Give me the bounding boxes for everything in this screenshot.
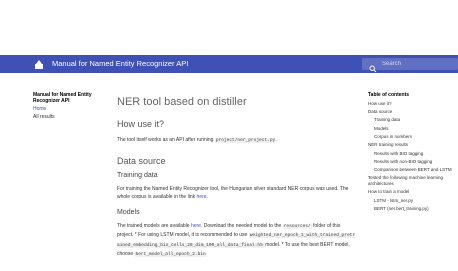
toc-item[interactable]: Models xyxy=(368,126,456,132)
toc-item[interactable]: Data source xyxy=(368,109,456,115)
search-icon xyxy=(369,60,377,73)
subheading-training-data: Training data xyxy=(117,171,158,179)
toc-item[interactable]: Tested the following machine learning ar… xyxy=(368,175,456,186)
main-content: NER tool based on distiller How use it? … xyxy=(117,95,357,260)
toc-item[interactable]: Comparison between BERT and LSTM xyxy=(368,167,456,173)
nav-title: Manual for Named Entity Recognizer API xyxy=(33,92,92,104)
subheading-models: Models xyxy=(117,208,140,216)
search-input[interactable] xyxy=(378,58,456,70)
text: For training the Named Entity Recognizer… xyxy=(117,185,349,201)
toc-item[interactable]: NER training results xyxy=(368,142,456,148)
section-heading-how-use: How use it? xyxy=(117,119,165,129)
top-header: Manual for Named Entity Recognizer API xyxy=(0,55,458,73)
text: . Download the needed model to the xyxy=(200,222,283,229)
nav-item-all-results[interactable]: All results xyxy=(33,114,93,120)
toc-item[interactable]: Results with non-BIO tagging xyxy=(368,159,456,165)
toc-item[interactable]: Results with BIO tagging xyxy=(368,151,456,157)
page-title: NER tool based on distiller xyxy=(117,96,247,108)
inline-code: resources/ xyxy=(282,223,312,229)
toc-item[interactable]: Training data xyxy=(368,117,456,123)
toc-item[interactable]: How to train a model xyxy=(368,189,456,195)
toc-title: Table of contents xyxy=(368,92,410,98)
toc-item[interactable]: BERT (ner.bert_training.py) xyxy=(368,206,456,212)
toc-item[interactable]: How use it? xyxy=(368,101,456,107)
text: The trained models are available xyxy=(117,222,191,229)
logo-icon[interactable] xyxy=(33,58,45,70)
models-link[interactable]: here xyxy=(191,223,201,229)
toc-item[interactable]: LSTM - lstm_ner.py xyxy=(368,198,456,204)
paragraph-how-use: The tool itself works as an API after ru… xyxy=(117,136,357,146)
search-box[interactable] xyxy=(362,58,458,73)
inline-code: project/ner_project.py xyxy=(214,138,277,143)
table-of-contents: Table of contents How use it? Data sourc… xyxy=(368,92,456,211)
text: . xyxy=(276,137,278,143)
primary-nav: Manual for Named Entity Recognizer API H… xyxy=(33,92,93,120)
corpus-link[interactable]: here xyxy=(197,194,207,200)
text: . xyxy=(206,194,208,200)
inline-code: bert_model_all_epoch_2.bin xyxy=(134,252,207,257)
paragraph-training-data: For training the Named Entity Recognizer… xyxy=(117,185,357,202)
section-heading-data-source: Data source xyxy=(117,155,166,166)
text: The tool itself works as an API after ru… xyxy=(117,137,215,143)
site-title[interactable]: Manual for Named Entity Recognizer API xyxy=(52,58,188,70)
paragraph-models: The trained models are available here. D… xyxy=(117,222,357,260)
toc-item[interactable]: Corpus in numbers xyxy=(368,134,456,140)
nav-item-home[interactable]: Home xyxy=(33,106,93,112)
